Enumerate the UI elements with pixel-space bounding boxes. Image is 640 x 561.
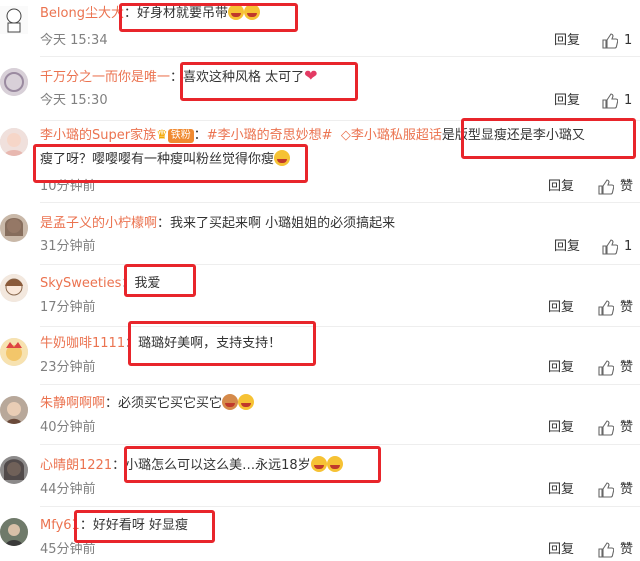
username[interactable]: 李小璐的Super家族 [40, 128, 156, 143]
shocked-emoji-icon [238, 394, 255, 410]
like-button[interactable]: 赞 [598, 300, 633, 316]
comment-item: SkySweeties：我爱 17分钟前 回复 赞 [0, 270, 640, 327]
like-button[interactable]: 1 [602, 239, 632, 255]
reply-button[interactable]: 回复 [548, 179, 574, 195]
like-button[interactable]: 赞 [598, 420, 633, 436]
like-label: 赞 [620, 542, 634, 557]
reply-button[interactable]: 回复 [554, 93, 580, 109]
avatar[interactable] [0, 338, 28, 366]
thumbs-up-icon [602, 33, 618, 49]
like-button[interactable]: 1 [602, 33, 632, 49]
reply-button[interactable]: 回复 [548, 420, 574, 436]
timestamp: 23分钟前 [40, 360, 96, 375]
like-button[interactable]: 赞 [598, 360, 633, 376]
avatar[interactable] [0, 214, 28, 242]
fan-badge: 铁粉 [167, 129, 194, 143]
avatar[interactable] [0, 6, 28, 34]
reply-button[interactable]: 回复 [554, 239, 580, 255]
timestamp: 44分钟前 [40, 482, 96, 497]
like-button[interactable]: 赞 [598, 179, 633, 195]
thumbs-up-icon [598, 420, 614, 436]
divider [40, 444, 640, 445]
avatar[interactable] [0, 518, 28, 546]
like-button[interactable]: 赞 [598, 482, 633, 498]
timestamp: 今天 15:34 [40, 33, 108, 48]
comment-item: 朱静啊啊啊：必须买它买它买它 40分钟前 回复 赞 [0, 392, 640, 445]
avatar[interactable] [0, 274, 28, 302]
thumbs-up-icon [598, 300, 614, 316]
like-label: 赞 [620, 179, 634, 194]
avatar[interactable] [0, 456, 28, 484]
like-label: 赞 [620, 360, 634, 375]
highlight-box [119, 3, 298, 32]
avatar[interactable] [0, 396, 28, 424]
like-count: 1 [624, 93, 633, 108]
username[interactable]: 千万分之一而你是唯一 [40, 70, 170, 85]
doge-emoji-icon [222, 394, 239, 410]
thumbs-up-icon [602, 93, 618, 109]
reply-button[interactable]: 回复 [548, 360, 574, 376]
avatar[interactable] [0, 68, 28, 96]
username[interactable]: 朱静啊啊啊 [40, 396, 105, 411]
highlight-box [124, 264, 196, 297]
timestamp: 17分钟前 [40, 300, 96, 315]
topic-tag[interactable]: #李小璐的奇思妙想# [207, 128, 333, 143]
comment-item: Belong尘大大：好身材就要吊带 今天 15:34 回复 1 [0, 0, 640, 57]
username[interactable]: 心晴朗1221 [40, 458, 112, 473]
comment-item: 是孟子义的小柠檬啊：我来了买起来啊 小璐姐姐的必须搞起来 31分钟前 回复 1 [0, 210, 640, 265]
highlight-box [128, 321, 316, 366]
comment-text: 我来了买起来啊 小璐姐姐的必须搞起来 [170, 216, 396, 231]
topic-tag[interactable]: 李小璐私服超话 [351, 128, 442, 143]
username[interactable]: 牛奶咖啡1111 [40, 336, 125, 351]
like-label: 赞 [620, 482, 634, 497]
reply-button[interactable]: 回复 [548, 482, 574, 498]
highlight-box [74, 510, 215, 543]
username[interactable]: Belong尘大大 [40, 6, 124, 21]
comment-text: 必须买它买它买它 [118, 396, 223, 411]
thumbs-up-icon [598, 179, 614, 195]
like-label: 赞 [620, 300, 634, 315]
supertopic-icon: ◇ [336, 128, 351, 143]
like-label: 赞 [620, 420, 634, 435]
reply-button[interactable]: 回复 [548, 300, 574, 316]
like-count: 1 [624, 33, 633, 48]
comment-item: 牛奶咖啡1111：璐璐好美啊，支持支持！ 23分钟前 回复 赞 [0, 332, 640, 385]
timestamp: 31分钟前 [40, 239, 96, 254]
divider [40, 202, 640, 203]
divider [40, 506, 640, 507]
like-count: 1 [624, 239, 633, 254]
divider [40, 384, 640, 385]
divider [40, 56, 640, 57]
reply-button[interactable]: 回复 [548, 542, 574, 558]
thumbs-up-icon [598, 482, 614, 498]
thumbs-up-icon [598, 360, 614, 376]
like-button[interactable]: 1 [602, 93, 632, 109]
crown-icon: ♛ [156, 128, 168, 143]
highlight-box [461, 118, 636, 159]
like-button[interactable]: 赞 [598, 542, 633, 558]
reply-button[interactable]: 回复 [554, 33, 580, 49]
username[interactable]: 是孟子义的小柠檬啊 [40, 216, 157, 231]
highlight-box [33, 144, 308, 183]
highlight-box [124, 446, 381, 483]
highlight-box [180, 62, 358, 101]
thumbs-up-icon [602, 239, 618, 255]
avatar[interactable] [0, 128, 28, 156]
username[interactable]: SkySweeties [40, 276, 121, 291]
timestamp: 45分钟前 [40, 542, 96, 557]
timestamp: 40分钟前 [40, 420, 96, 435]
timestamp: 今天 15:30 [40, 93, 108, 108]
thumbs-up-icon [598, 542, 614, 558]
